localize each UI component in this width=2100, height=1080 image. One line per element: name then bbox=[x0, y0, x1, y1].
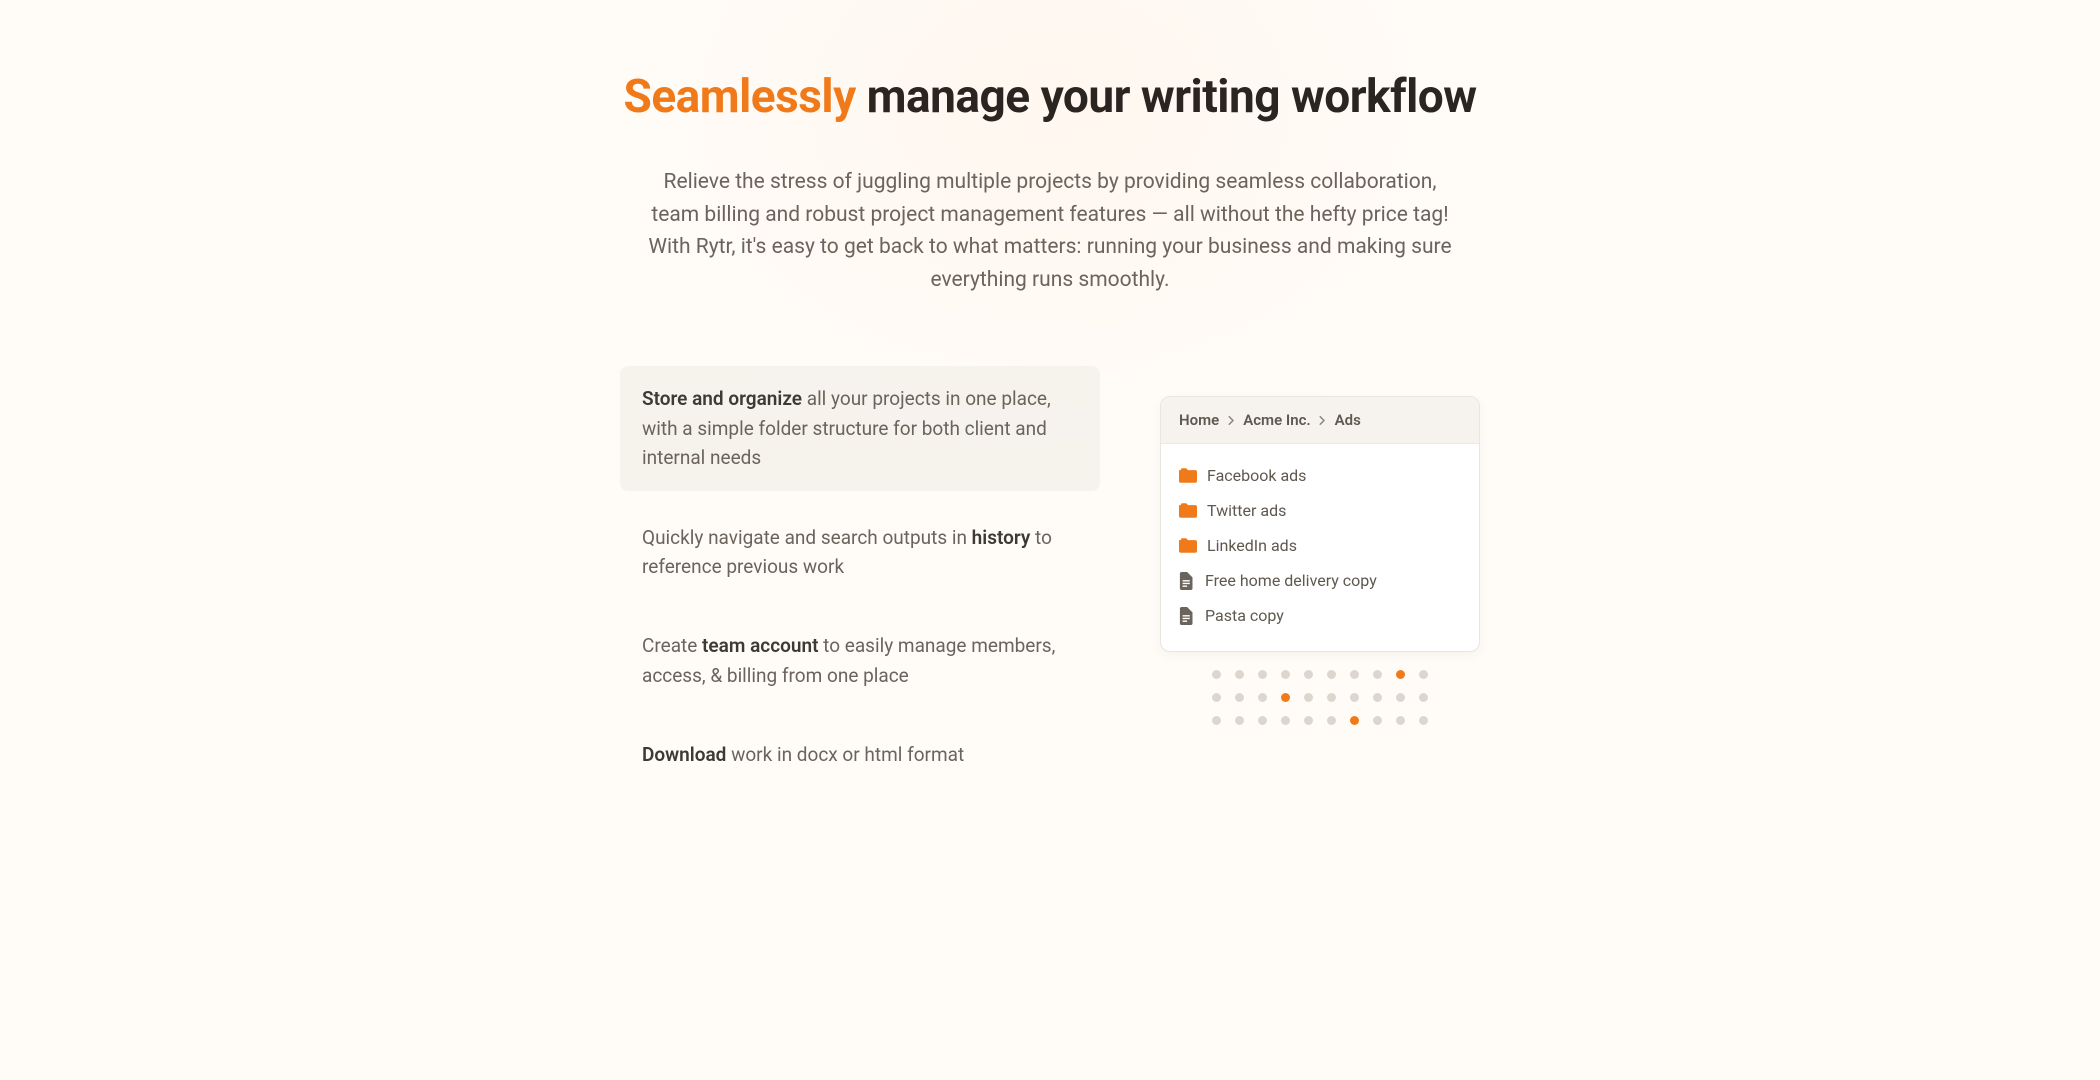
breadcrumb-item-home[interactable]: Home bbox=[1179, 411, 1219, 429]
dot bbox=[1419, 670, 1428, 679]
feature-text: work in docx or html format bbox=[726, 743, 964, 766]
feature-bold: team account bbox=[702, 634, 818, 657]
dot bbox=[1396, 670, 1405, 679]
feature-pre: Create bbox=[642, 634, 702, 657]
file-label: Twitter ads bbox=[1207, 501, 1286, 520]
document-icon bbox=[1179, 572, 1195, 590]
dot bbox=[1350, 693, 1359, 702]
dot bbox=[1258, 716, 1267, 725]
dot-row bbox=[1212, 716, 1428, 725]
feature-team-account[interactable]: Create team account to easily manage mem… bbox=[620, 613, 1100, 708]
dot bbox=[1419, 716, 1428, 725]
dot bbox=[1373, 670, 1382, 679]
folder-icon bbox=[1179, 468, 1197, 483]
title-rest: manage your writing workflow bbox=[856, 70, 1477, 124]
breadcrumb-item-acme[interactable]: Acme Inc. bbox=[1243, 411, 1310, 429]
dot bbox=[1258, 670, 1267, 679]
dot bbox=[1350, 716, 1359, 725]
dot bbox=[1212, 693, 1221, 702]
dot bbox=[1235, 716, 1244, 725]
list-item[interactable]: Pasta copy bbox=[1179, 598, 1461, 633]
dot bbox=[1350, 670, 1359, 679]
dot bbox=[1304, 693, 1313, 702]
dot bbox=[1235, 693, 1244, 702]
feature-pre: Quickly navigate and search outputs in bbox=[642, 526, 972, 549]
dot bbox=[1396, 693, 1405, 702]
chevron-right-icon bbox=[1317, 414, 1329, 426]
file-list: Facebook ads Twitter ads LinkedIn ads Fr… bbox=[1161, 444, 1479, 651]
file-label: Facebook ads bbox=[1207, 466, 1306, 485]
page-title: Seamlessly manage your writing workflow bbox=[450, 70, 1650, 124]
page-subtitle: Relieve the stress of juggling multiple … bbox=[640, 166, 1460, 296]
dot bbox=[1327, 693, 1336, 702]
dot bbox=[1304, 716, 1313, 725]
dot bbox=[1235, 670, 1244, 679]
feature-download[interactable]: Download work in docx or html format bbox=[620, 722, 1100, 787]
list-item[interactable]: Facebook ads bbox=[1179, 458, 1461, 493]
feature-history[interactable]: Quickly navigate and search outputs in h… bbox=[620, 505, 1100, 600]
file-label: Free home delivery copy bbox=[1205, 571, 1377, 590]
list-item[interactable]: Twitter ads bbox=[1179, 493, 1461, 528]
dot bbox=[1373, 693, 1382, 702]
feature-list: Store and organize all your projects in … bbox=[620, 366, 1100, 802]
dot bbox=[1304, 670, 1313, 679]
feature-bold: Store and organize bbox=[642, 387, 802, 410]
dot bbox=[1396, 716, 1405, 725]
list-item[interactable]: LinkedIn ads bbox=[1179, 528, 1461, 563]
dot bbox=[1281, 693, 1290, 702]
breadcrumb: Home Acme Inc. Ads bbox=[1161, 397, 1479, 444]
dot-row bbox=[1212, 693, 1428, 702]
file-label: Pasta copy bbox=[1205, 606, 1284, 625]
dot bbox=[1419, 693, 1428, 702]
title-accent: Seamlessly bbox=[624, 70, 856, 124]
dot-grid bbox=[1160, 670, 1480, 725]
breadcrumb-item-ads[interactable]: Ads bbox=[1335, 411, 1361, 429]
feature-bold: history bbox=[972, 526, 1031, 549]
feature-store-organize[interactable]: Store and organize all your projects in … bbox=[620, 366, 1100, 490]
file-label: LinkedIn ads bbox=[1207, 536, 1297, 555]
dot bbox=[1212, 716, 1221, 725]
dot bbox=[1212, 670, 1221, 679]
dot bbox=[1327, 670, 1336, 679]
dot bbox=[1373, 716, 1382, 725]
folder-preview-card: Home Acme Inc. Ads Facebook ads Twitter … bbox=[1160, 396, 1480, 652]
folder-icon bbox=[1179, 538, 1197, 553]
dot bbox=[1258, 693, 1267, 702]
folder-icon bbox=[1179, 503, 1197, 518]
dot bbox=[1327, 716, 1336, 725]
document-icon bbox=[1179, 607, 1195, 625]
dot-row bbox=[1212, 670, 1428, 679]
feature-bold: Download bbox=[642, 743, 726, 766]
dot bbox=[1281, 670, 1290, 679]
chevron-right-icon bbox=[1225, 414, 1237, 426]
dot bbox=[1281, 716, 1290, 725]
list-item[interactable]: Free home delivery copy bbox=[1179, 563, 1461, 598]
